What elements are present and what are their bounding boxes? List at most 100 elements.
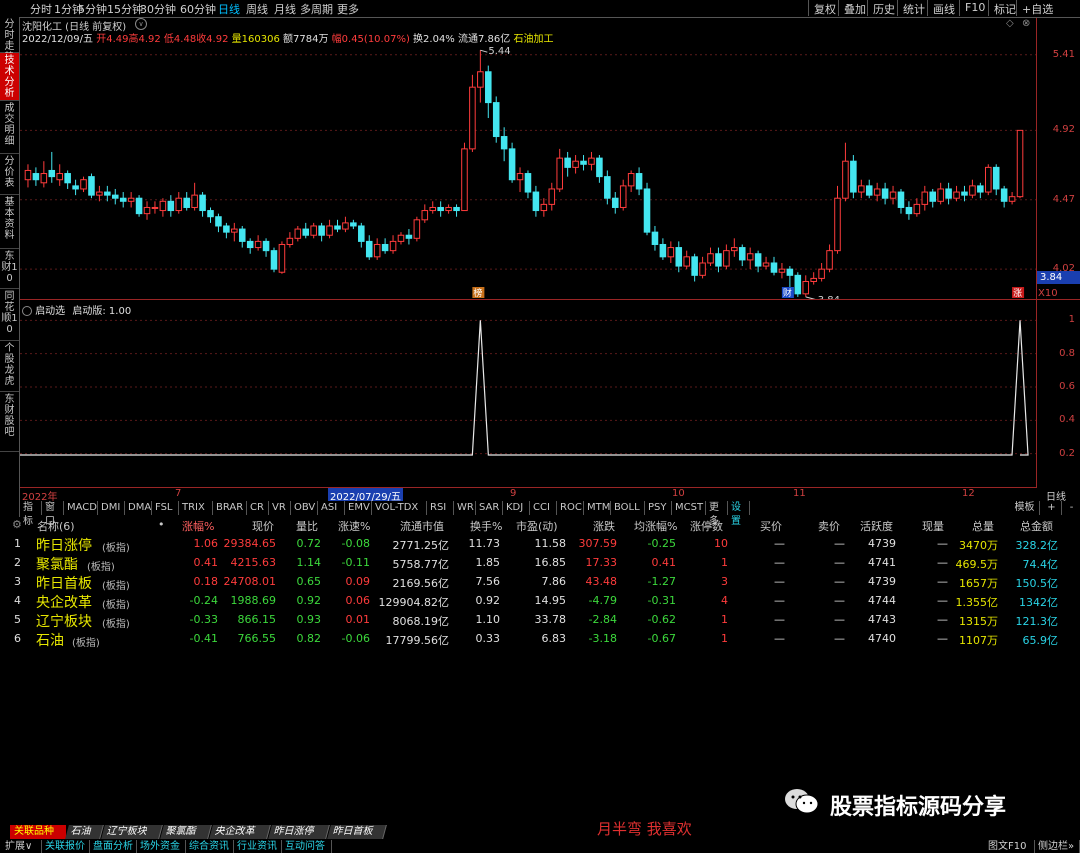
indicator-tab-20[interactable]: MTM xyxy=(584,501,611,515)
indicator-tab-5[interactable]: FSL xyxy=(152,501,179,515)
close-icon[interactable]: ⊗ xyxy=(1022,18,1030,29)
bottom-tab-3[interactable]: 场外资金 xyxy=(137,840,186,853)
col-header-11[interactable]: 涨停数 xyxy=(690,518,723,534)
toolbar-btn-5[interactable]: F10 xyxy=(959,0,990,16)
col-header-15[interactable]: 现量 xyxy=(922,518,944,534)
indicator-tab-3[interactable]: DMI xyxy=(98,501,125,515)
indicator-tab-21[interactable]: BOLL xyxy=(611,501,645,515)
indicator-tab-7[interactable]: BRAR xyxy=(213,501,247,515)
indicator-tab-2[interactable]: MACD xyxy=(64,501,98,515)
left-tab-4[interactable]: 基本资料 xyxy=(0,195,19,249)
indicator-tab-11[interactable]: ASI xyxy=(318,501,345,515)
col-header-9[interactable]: 涨跌 xyxy=(593,518,615,534)
indicator-tab-19[interactable]: ROC xyxy=(557,501,584,515)
col-header-17[interactable]: 总金额 xyxy=(1020,518,1053,534)
sidebar-button[interactable]: 侧边栏» xyxy=(1035,840,1080,853)
col-header-10[interactable]: 均涨幅% xyxy=(634,518,677,534)
indicator-tab-14[interactable]: RSI xyxy=(427,501,454,515)
sector-tab-4[interactable]: 央企改革 xyxy=(209,825,271,839)
period-tab-9[interactable]: 多周期 xyxy=(300,1,333,17)
indicator-tab-18[interactable]: CCI xyxy=(530,501,557,515)
sector-tab-3[interactable]: 聚氯酯 xyxy=(160,825,212,839)
toolbar-btn-2[interactable]: 历史 xyxy=(867,0,900,16)
col-header-0[interactable]: 名称(6) xyxy=(37,518,75,534)
col-header-8[interactable]: 市盈(动) xyxy=(516,518,558,534)
period-tab-2[interactable]: 5分钟 xyxy=(78,1,107,17)
indicator-tab-15[interactable]: WR xyxy=(454,501,476,515)
indicator-tab-24[interactable]: 更多 xyxy=(706,501,728,527)
col-header-12[interactable]: 买价 xyxy=(760,518,782,534)
period-tab-3[interactable]: 15分钟 xyxy=(107,1,143,17)
left-tab-7[interactable]: 个股龙虎 xyxy=(0,341,19,392)
col-header-6[interactable]: 流通市值 xyxy=(400,518,444,534)
bottom-tab-5[interactable]: 行业资讯 xyxy=(234,840,282,853)
bottom-tab-1[interactable]: 关联报价 xyxy=(42,840,90,853)
left-tab-5[interactable]: 东财10 xyxy=(0,249,19,289)
indicator-tab-25[interactable]: 设置 xyxy=(728,501,750,527)
period-tab-5[interactable]: 60分钟 xyxy=(180,1,216,17)
table-row[interactable]: 1 昨日涨停 (板指) 1.06 29384.65 0.72 -0.08 2771.25亿 11… xyxy=(0,535,1080,554)
settings-gear-icon[interactable]: ⚙ xyxy=(12,518,22,531)
bottom-tab-6[interactable]: 互动问答 xyxy=(282,840,332,853)
left-tab-8[interactable]: 东财股吧 xyxy=(0,392,19,452)
col-header-7[interactable]: 换手% xyxy=(470,518,502,534)
period-tab-0[interactable]: 分时 xyxy=(30,1,52,17)
indicator-tab-4[interactable]: DMA xyxy=(125,501,152,515)
indicator-tab-1[interactable]: 窗口 xyxy=(42,501,64,527)
toolbar-btn-7[interactable]: +自选 xyxy=(1016,0,1058,16)
left-tab-6[interactable]: 同花顺10 xyxy=(0,289,19,341)
candlestick-chart[interactable]: 5.443.84榜财涨 xyxy=(20,44,1036,300)
table-row[interactable]: 5 辽宁板块 (板指) -0.33 866.15 0.93 0.01 8068.19亿 1.10… xyxy=(0,611,1080,630)
left-tab-1[interactable]: 技术分析 xyxy=(0,53,19,101)
indicator-tab-9[interactable]: VR xyxy=(269,501,291,515)
period-tab-10[interactable]: 更多 xyxy=(337,1,359,17)
col-header-5[interactable]: 涨速% xyxy=(338,518,370,534)
indicator-tab-8[interactable]: CR xyxy=(247,501,269,515)
f10-button[interactable]: 图文F10 xyxy=(985,840,1035,853)
period-tab-7[interactable]: 周线 xyxy=(246,1,268,17)
indicator-tab-13[interactable]: VOL-TDX xyxy=(372,501,427,515)
table-row[interactable]: 2 聚氯酯 (板指) 0.41 4215.63 1.14 -0.11 5758.77亿 1.85… xyxy=(0,554,1080,573)
sector-tab-6[interactable]: 昨日首板 xyxy=(327,825,387,839)
indicator-tab-10[interactable]: OBV xyxy=(291,501,318,515)
table-row[interactable]: 3 昨日首板 (板指) 0.18 24708.01 0.65 0.09 2169.56亿 7.5… xyxy=(0,573,1080,592)
bottom-tab-2[interactable]: 盘面分析 xyxy=(90,840,137,853)
left-tab-0[interactable]: 分时走势 xyxy=(0,17,19,63)
period-tab-8[interactable]: 月线 xyxy=(274,1,296,17)
indicator-tab-6[interactable]: TRIX xyxy=(179,501,213,515)
left-tab-2[interactable]: 成交明细 xyxy=(0,101,19,154)
col-header-2[interactable]: 涨幅% xyxy=(182,518,214,534)
sector-tab-5[interactable]: 昨日涨停 xyxy=(268,825,330,839)
sector-tab-1[interactable]: 石油 xyxy=(65,825,104,839)
col-header-4[interactable]: 量比 xyxy=(296,518,318,534)
indicator-tab-17[interactable]: KDJ xyxy=(503,501,530,515)
table-row[interactable]: 6 石油 (板指) -0.41 766.55 0.82 -0.06 17799.56亿 0.33… xyxy=(0,630,1080,649)
sector-tab-2[interactable]: 辽宁板块 xyxy=(101,825,163,839)
table-row[interactable]: 4 央企改革 (板指) -0.24 1988.69 0.92 0.06 129904.82亿 0… xyxy=(0,592,1080,611)
indicator-right-btn-0[interactable]: 模板 xyxy=(1010,501,1040,515)
indicator-tab-23[interactable]: MCST xyxy=(672,501,706,515)
left-tab-3[interactable]: 分价表 xyxy=(0,154,19,195)
period-tab-6[interactable]: 日线 xyxy=(218,1,240,17)
col-header-13[interactable]: 卖价 xyxy=(818,518,840,534)
toolbar-btn-3[interactable]: 统计 xyxy=(897,0,930,16)
toolbar-btn-0[interactable]: 复权 xyxy=(808,0,841,16)
indicator-right-btn-1[interactable]: + xyxy=(1042,501,1062,515)
period-tab-4[interactable]: 30分钟 xyxy=(140,1,176,17)
indicator-tab-22[interactable]: PSY xyxy=(645,501,672,515)
indicator-chart[interactable] xyxy=(20,312,1036,487)
chevron-icon[interactable]: ◇ xyxy=(1006,18,1014,29)
col-header-1[interactable]: • xyxy=(158,518,165,531)
indicator-right-btn-2[interactable]: - xyxy=(1062,501,1080,515)
indicator-tab-12[interactable]: EMV xyxy=(345,501,372,515)
indicator-tab-16[interactable]: SAR xyxy=(476,501,503,515)
toolbar-btn-4[interactable]: 画线 xyxy=(927,0,960,16)
bottom-tab-4[interactable]: 综合资讯 xyxy=(186,840,234,853)
col-header-3[interactable]: 现价 xyxy=(252,518,274,534)
indicator-tab-0[interactable]: 指标 xyxy=(20,501,42,527)
col-header-16[interactable]: 总量 xyxy=(972,518,994,534)
sector-tab-0[interactable]: 关联品种 xyxy=(10,825,66,839)
chevron-down-icon[interactable]: ∨ xyxy=(135,18,147,30)
bottom-tab-0[interactable]: 扩展∨ xyxy=(2,840,42,853)
col-header-14[interactable]: 活跃度 xyxy=(860,518,893,534)
